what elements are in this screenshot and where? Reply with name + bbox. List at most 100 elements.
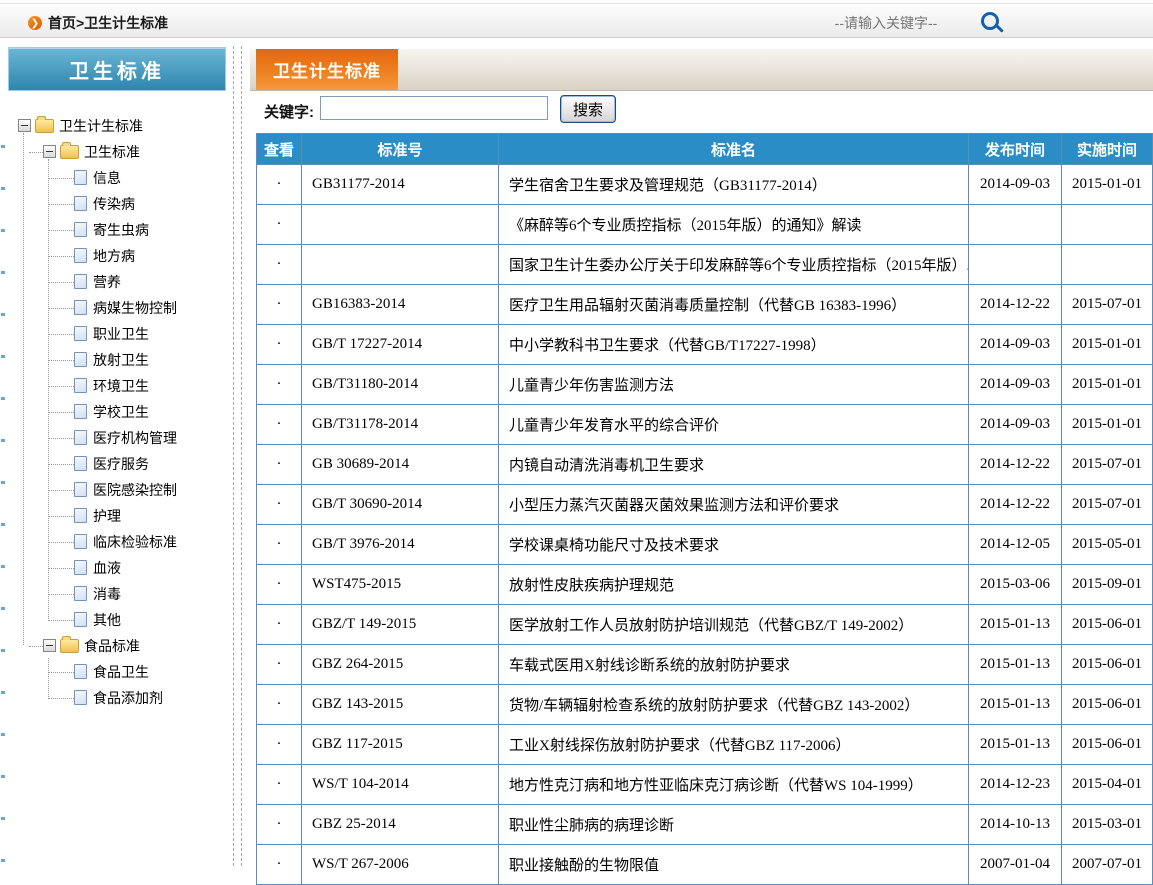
standard-name-cell[interactable]: 职业性尘肺病的病理诊断 (499, 805, 969, 845)
tree-node-label[interactable]: 环境卫生 (93, 375, 149, 396)
tree-node[interactable]: 医院感染控制 (8, 476, 230, 502)
standard-name-cell[interactable]: 中小学教科书卫生要求（代替GB/T17227-1998） (499, 325, 969, 365)
standard-name-cell[interactable]: 儿童青少年发育水平的综合评价 (499, 405, 969, 445)
folder-icon (60, 639, 79, 653)
view-link[interactable]: · (257, 405, 302, 445)
tree-node[interactable]: 放射卫生 (8, 346, 230, 372)
tree-node[interactable]: 护理 (8, 502, 230, 528)
standard-name-cell[interactable]: 放射性皮肤疾病护理规范 (499, 565, 969, 605)
tree-node-label[interactable]: 消毒 (93, 583, 121, 604)
standard-name-cell[interactable]: 儿童青少年伤害监测方法 (499, 365, 969, 405)
view-link[interactable]: · (257, 805, 302, 845)
tree-node[interactable]: 环境卫生 (8, 372, 230, 398)
tree-node-label[interactable]: 寄生虫病 (93, 219, 149, 240)
view-link[interactable]: · (257, 165, 302, 205)
tree-node-label[interactable]: 卫生标准 (84, 141, 140, 162)
view-link[interactable]: · (257, 365, 302, 405)
keyword-input[interactable] (320, 96, 548, 120)
tree-connector (48, 177, 74, 179)
standard-name-cell[interactable]: 《麻醉等6个专业质控指标（2015年版）的通知》解读 (499, 205, 969, 245)
standard-name-cell[interactable]: 国家卫生计生委办公厅关于印发麻醉等6个专业质控指标（2015年版）... (499, 245, 969, 285)
tree-connector (48, 229, 74, 231)
view-link[interactable]: · (257, 205, 302, 245)
tree-node-label[interactable]: 医疗机构管理 (93, 427, 177, 448)
standard-name-cell[interactable]: 职业接触酚的生物限值 (499, 845, 969, 885)
standard-name-cell[interactable]: 工业X射线探伤放射防护要求（代替GBZ 117-2006） (499, 725, 969, 765)
view-link[interactable]: · (257, 725, 302, 765)
tree-node-label[interactable]: 学校卫生 (93, 401, 149, 422)
search-icon[interactable] (979, 10, 1005, 36)
tree-node-label[interactable]: 传染病 (93, 193, 135, 214)
standard-name-cell[interactable]: 学生宿舍卫生要求及管理规范（GB31177-2014） (499, 165, 969, 205)
publish-date-cell: 2014-10-13 (969, 805, 1062, 845)
view-link[interactable]: · (257, 445, 302, 485)
tree-node[interactable]: 食品添加剂 (8, 684, 230, 710)
view-link[interactable]: · (257, 525, 302, 565)
standard-name-cell[interactable]: 车载式医用X射线诊断系统的放射防护要求 (499, 645, 969, 685)
tab-health-standards[interactable]: 卫生计生标准 (256, 49, 398, 90)
publish-date-cell: 2015-01-13 (969, 685, 1062, 725)
tree-node[interactable]: 医疗机构管理 (8, 424, 230, 450)
tree-node[interactable]: 血液 (8, 554, 230, 580)
tree-node[interactable]: 临床检验标准 (8, 528, 230, 554)
tree-node-label[interactable]: 食品添加剂 (93, 687, 163, 708)
tree-node-label[interactable]: 病媒生物控制 (93, 297, 177, 318)
search-button[interactable]: 搜索 (560, 95, 616, 123)
tree-node[interactable]: 医疗服务 (8, 450, 230, 476)
view-link[interactable]: · (257, 325, 302, 365)
standard-name-cell[interactable]: 学校课桌椅功能尺寸及技术要求 (499, 525, 969, 565)
standard-name-cell[interactable]: 地方性克汀病和地方性亚临床克汀病诊断（代替WS 104-1999） (499, 765, 969, 805)
tree-node[interactable]: 学校卫生 (8, 398, 230, 424)
view-link[interactable]: · (257, 565, 302, 605)
tree-node[interactable]: 卫生标准 (8, 138, 230, 164)
tree-node[interactable]: 其他 (8, 606, 230, 632)
expand-toggle-icon[interactable] (43, 145, 56, 158)
implement-date-cell (1062, 245, 1153, 285)
tree-node[interactable]: 地方病 (8, 242, 230, 268)
tree-node-label[interactable]: 护理 (93, 505, 121, 526)
tree-node[interactable]: 食品卫生 (8, 658, 230, 684)
view-link[interactable]: · (257, 645, 302, 685)
standard-name-cell[interactable]: 内镜自动清洗消毒机卫生要求 (499, 445, 969, 485)
view-link[interactable]: · (257, 685, 302, 725)
tree-node[interactable]: 营养 (8, 268, 230, 294)
tree-node[interactable]: 病媒生物控制 (8, 294, 230, 320)
tree-node-label[interactable]: 职业卫生 (93, 323, 149, 344)
tree-node-label[interactable]: 卫生计生标准 (59, 115, 143, 136)
breadcrumb[interactable]: ❯ 首页>卫生计生标准 (28, 13, 168, 33)
view-link[interactable]: · (257, 765, 302, 805)
tree-node-label[interactable]: 血液 (93, 557, 121, 578)
tree-node[interactable]: 卫生计生标准 (8, 112, 230, 138)
tree-node[interactable]: 消毒 (8, 580, 230, 606)
tree-node[interactable]: 传染病 (8, 190, 230, 216)
tree-node-label[interactable]: 食品标准 (84, 635, 140, 656)
standard-number-cell: WS/T 104-2014 (302, 765, 499, 805)
tree-node-label[interactable]: 营养 (93, 271, 121, 292)
tree-node[interactable]: 寄生虫病 (8, 216, 230, 242)
tree-node[interactable]: 职业卫生 (8, 320, 230, 346)
standard-name-cell[interactable]: 货物/车辆辐射检查系统的放射防护要求（代替GBZ 143-2002） (499, 685, 969, 725)
tree-node-label[interactable]: 临床检验标准 (93, 531, 177, 552)
view-link[interactable]: · (257, 485, 302, 525)
tree-node-label[interactable]: 放射卫生 (93, 349, 149, 370)
tree-node-label[interactable]: 医院感染控制 (93, 479, 177, 500)
tree-node[interactable]: 食品标准 (8, 632, 230, 658)
expand-toggle-icon[interactable] (18, 119, 31, 132)
view-link[interactable]: · (257, 285, 302, 325)
standard-name-cell[interactable]: 小型压力蒸汽灭菌器灭菌效果监测方法和评价要求 (499, 485, 969, 525)
tree-node-label[interactable]: 信息 (93, 167, 121, 188)
view-link[interactable]: · (257, 845, 302, 885)
tree-node-label[interactable]: 地方病 (93, 245, 135, 266)
tree-node[interactable]: 信息 (8, 164, 230, 190)
tree-node-label[interactable]: 医疗服务 (93, 453, 149, 474)
standard-name-cell[interactable]: 医学放射工作人员放射防护培训规范（代替GBZ/T 149-2002） (499, 605, 969, 645)
breadcrumb-text[interactable]: 首页>卫生计生标准 (48, 13, 168, 33)
tree-node-label[interactable]: 其他 (93, 609, 121, 630)
tree-node-label[interactable]: 食品卫生 (93, 661, 149, 682)
standard-number-cell: GBZ/T 149-2015 (302, 605, 499, 645)
view-link[interactable]: · (257, 245, 302, 285)
standard-name-cell[interactable]: 医疗卫生用品辐射灭菌消毒质量控制（代替GB 16383-1996） (499, 285, 969, 325)
view-link[interactable]: · (257, 605, 302, 645)
expand-toggle-icon[interactable] (43, 639, 56, 652)
top-search-input[interactable] (809, 14, 963, 32)
